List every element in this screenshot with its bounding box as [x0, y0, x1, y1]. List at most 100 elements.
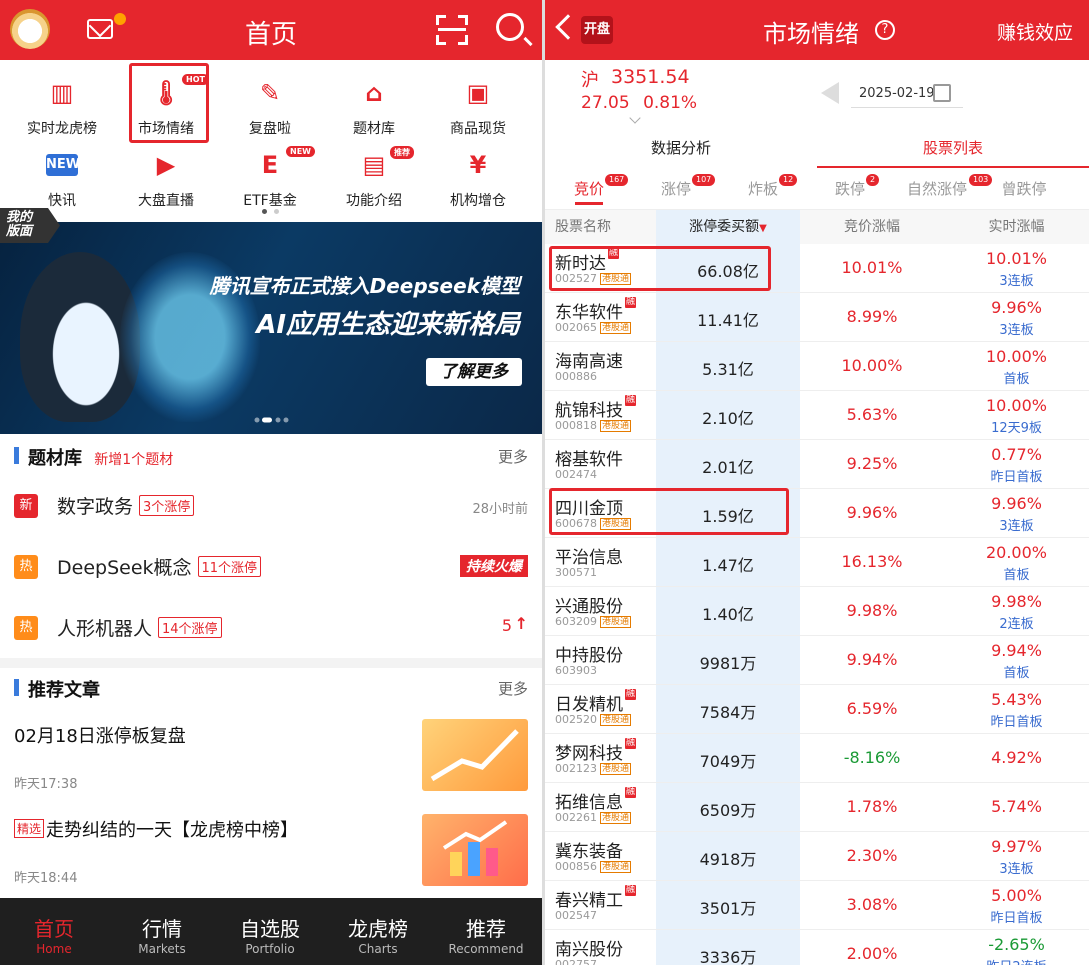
- topic-rank: 5: [501, 616, 512, 635]
- table-row[interactable]: 日发精机 002520 港股通 融 7584万 6.59% 5.43% 昨日首板: [545, 685, 1089, 734]
- stock-code: 002520 港股通: [555, 713, 632, 726]
- table-row[interactable]: 中持股份 603903 9981万 9.94% 9.94% 首板: [545, 636, 1089, 685]
- help-icon[interactable]: ?: [875, 20, 895, 40]
- nav-portfolio[interactable]: 自选股 Portfolio: [216, 898, 324, 965]
- tab-stock-list[interactable]: 股票列表: [817, 130, 1089, 168]
- table-row[interactable]: 兴通股份 603209 港股通 1.40亿 9.98% 9.98% 2连板: [545, 587, 1089, 636]
- open-market-tag[interactable]: 开盘: [581, 16, 613, 44]
- table-row[interactable]: 东华软件 002065 港股通 融 11.41亿 8.99% 9.96% 3连板: [545, 293, 1089, 342]
- feature-news[interactable]: NEWS 快讯: [8, 138, 116, 209]
- table-row[interactable]: 春兴精工 002547 融 3501万 3.08% 5.00% 昨日首板: [545, 881, 1089, 930]
- subtab-label: 跌停: [834, 180, 865, 198]
- header-limit-buy-amount[interactable]: 涨停委买额▼: [656, 210, 800, 246]
- feature-label: 商品现货: [450, 121, 506, 137]
- prev-date-arrow-icon[interactable]: [821, 82, 839, 104]
- margin-trading-tag: 融: [625, 787, 637, 798]
- table-row[interactable]: 拓维信息 002261 港股通 融 6509万 1.78% 5.74%: [545, 783, 1089, 832]
- review-icon: ✎: [259, 79, 281, 107]
- realtime-change: 0.77%: [991, 445, 1042, 464]
- stock-name: 海南高速: [555, 352, 623, 372]
- margin-trading-tag: 融: [625, 395, 637, 406]
- feature-book[interactable]: ▤ 功能介绍 推荐: [320, 138, 428, 209]
- banner-line1: 腾讯宣布正式接入Deepseek模型: [209, 274, 520, 298]
- topic-item[interactable]: 热人形机器人 14个涨停 ↑ 5: [0, 598, 542, 658]
- feature-shopping-bag[interactable]: ▣ 商品现货: [424, 66, 532, 137]
- home-top-bar: 首页: [0, 0, 542, 60]
- topic-name: 数字政务 3个涨停: [57, 492, 195, 519]
- topic-name: DeepSeek概念 11个涨停: [57, 553, 262, 580]
- limit-streak-note: 2连板: [999, 617, 1034, 632]
- subtab[interactable]: 跌停 2: [806, 168, 894, 210]
- back-arrow-icon[interactable]: [555, 14, 581, 40]
- table-row[interactable]: 航锦科技 000818 港股通 融 2.10亿 5.63% 10.00% 12天9板: [545, 391, 1089, 440]
- feature-cart[interactable]: ¥ 机构增仓: [424, 138, 532, 209]
- chevron-down-icon[interactable]: [629, 112, 641, 124]
- grid-page-dot: [262, 209, 267, 214]
- search-icon[interactable]: [496, 13, 524, 41]
- promo-banner[interactable]: 腾讯宣布正式接入Deepseek模型 AI应用生态迎来新格局 了解更多: [0, 222, 542, 434]
- feature-bar-chart[interactable]: ▥ 实时龙虎榜: [8, 66, 116, 137]
- topic-item[interactable]: 新数字政务 3个涨停 28小时前: [0, 476, 542, 536]
- realtime-change: 5.43%: [991, 690, 1042, 709]
- nav-home[interactable]: 首页 Home: [0, 898, 108, 965]
- subtab[interactable]: 炸板 12: [719, 168, 807, 210]
- margin-trading-tag: 融: [625, 885, 637, 896]
- limit-buy-amount: 2.10亿: [702, 409, 754, 428]
- feature-badge: NEW: [286, 146, 315, 157]
- stock-code-text: 603209: [555, 615, 597, 628]
- feature-etf[interactable]: E ETF基金 NEW: [216, 138, 324, 209]
- articles-more-link[interactable]: 更多: [498, 678, 528, 699]
- hk-connect-tag: 港股通: [600, 861, 632, 873]
- subtab[interactable]: 自然涨停 103: [893, 168, 993, 210]
- my-layout-tag[interactable]: 我的 版面: [0, 208, 60, 243]
- topics-subtitle: 新增1个题材: [94, 452, 174, 468]
- stock-name: 拓维信息: [555, 793, 623, 813]
- limit-streak-note: 昨日首板: [990, 470, 1043, 485]
- table-row[interactable]: 平治信息 300571 1.47亿 16.13% 20.00% 首板: [545, 538, 1089, 587]
- table-row[interactable]: 南兴股份002757 3336万 2.00% -2.65% 昨日2连板: [545, 930, 1089, 965]
- bid-change: -8.16%: [843, 748, 901, 767]
- margin-trading-tag: 融: [625, 297, 637, 308]
- header-stock-name[interactable]: 股票名称: [555, 210, 611, 244]
- stock-code: 002757: [555, 958, 597, 965]
- feature-label: 复盘啦: [249, 121, 291, 137]
- topic-item[interactable]: 热 DeepSeek概念 11个涨停 持续火爆: [0, 537, 542, 597]
- bid-change: 3.08%: [846, 895, 898, 914]
- subtab[interactable]: 涨停 107: [632, 168, 720, 210]
- stock-code: 300571: [555, 566, 597, 579]
- topic-limit-up-count: 11个涨停: [197, 556, 262, 577]
- bid-change: 1.78%: [846, 797, 898, 816]
- play-icon: ▶: [156, 151, 176, 179]
- bid-change: 10.01%: [841, 258, 903, 277]
- nav-charts[interactable]: 龙虎榜 Charts: [324, 898, 432, 965]
- nav-recommend[interactable]: 推荐 Recommend: [432, 898, 540, 965]
- table-row[interactable]: 榕基软件 002474 2.01亿 9.25% 0.77% 昨日首板: [545, 440, 1089, 489]
- scan-icon[interactable]: [436, 15, 468, 45]
- calendar-icon[interactable]: [933, 84, 951, 102]
- feature-play[interactable]: ▶ 大盘直播: [112, 138, 220, 209]
- limit-streak-note: 首板: [1003, 568, 1030, 583]
- learn-more-button[interactable]: 了解更多: [426, 358, 522, 386]
- header-realtime-change[interactable]: 实时涨幅: [944, 210, 1089, 244]
- table-row[interactable]: 冀东装备 000856 港股通 4918万 2.30% 9.97% 3连板: [545, 832, 1089, 881]
- subtab[interactable]: 曾跌停: [980, 168, 1068, 210]
- subtab-label: 曾跌停: [1001, 180, 1047, 198]
- topics-more-link[interactable]: 更多: [498, 446, 528, 467]
- bid-change: 2.30%: [846, 846, 898, 865]
- feature-house-chart[interactable]: ⌂ 题材库: [320, 66, 428, 137]
- feature-badge: 推荐: [390, 146, 414, 159]
- subtab-label: 涨停: [660, 180, 691, 198]
- stock-code: 000818 港股通: [555, 419, 632, 432]
- feature-review[interactable]: ✎ 复盘啦: [216, 66, 324, 137]
- nav-label: 行情: [142, 917, 182, 941]
- table-row[interactable]: 海南高速 000886 5.31亿 10.00% 10.00% 首板: [545, 342, 1089, 391]
- header-bid-change[interactable]: 竞价涨幅: [800, 210, 944, 244]
- limit-buy-amount: 5.31亿: [702, 360, 754, 379]
- tab-data-analysis[interactable]: 数据分析: [545, 130, 817, 166]
- table-row[interactable]: 梦网科技 002123 港股通 融 7049万 -8.16% 4.92%: [545, 734, 1089, 783]
- profit-effect-link[interactable]: 赚钱效应: [997, 18, 1073, 45]
- stock-code: 002261 港股通: [555, 811, 632, 824]
- nav-markets[interactable]: 行情 Markets: [108, 898, 216, 965]
- shopping-bag-icon: ▣: [466, 79, 490, 107]
- limit-buy-amount: 6509万: [699, 801, 757, 820]
